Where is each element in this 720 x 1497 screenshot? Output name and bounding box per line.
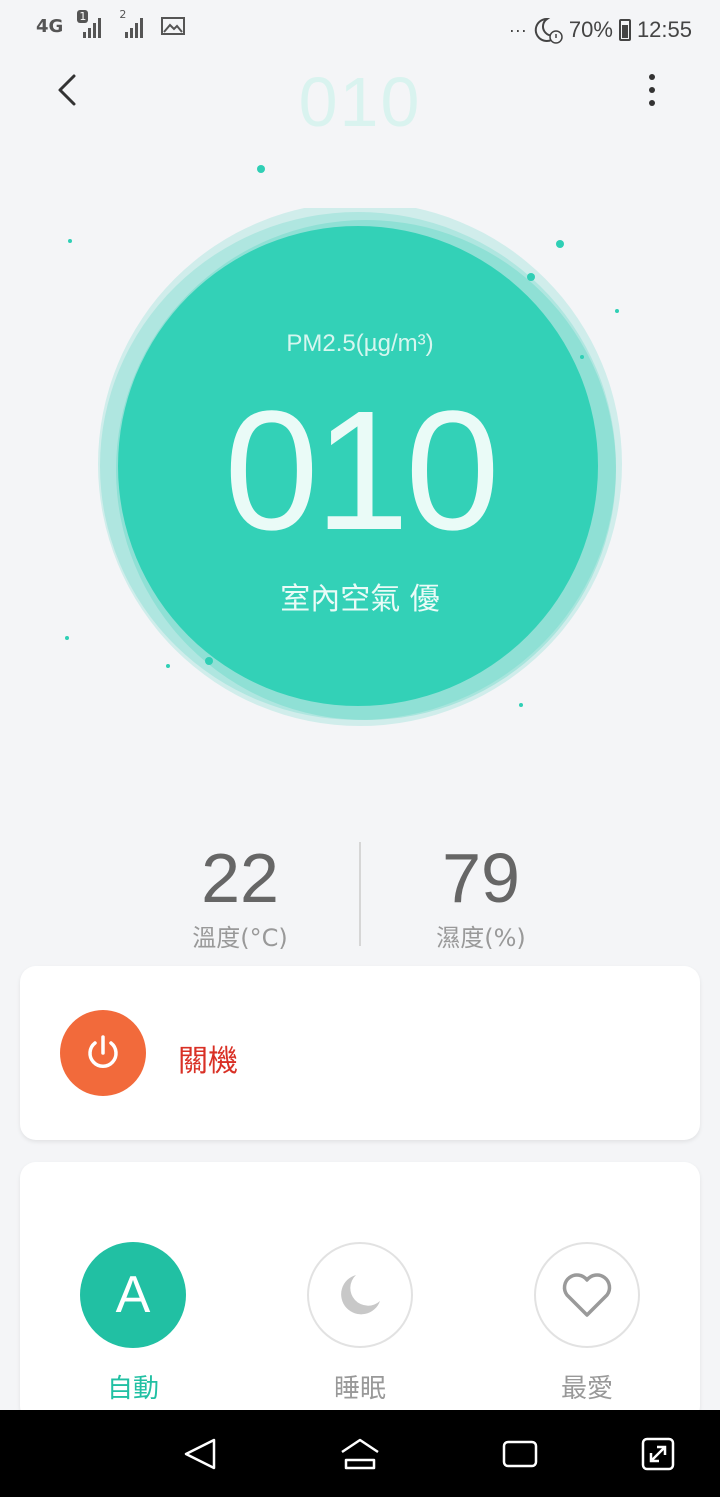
nav-back-button[interactable]	[174, 1428, 226, 1480]
gauge-unit-label: PM2.5(µg/m³)	[286, 330, 434, 357]
pm25-value: 010	[224, 376, 500, 566]
heart-icon-wrapper	[534, 1242, 640, 1348]
humidity-label: 濕度(%)	[436, 924, 526, 952]
nav-home-button[interactable]	[334, 1428, 386, 1480]
power-button[interactable]	[60, 1010, 146, 1096]
temperature-value: 22	[201, 839, 279, 917]
heart-icon	[562, 1273, 612, 1317]
air-quality-status: 室內空氣 優	[280, 582, 440, 617]
moon-icon	[341, 1275, 380, 1315]
mode-auto-button[interactable]: A 自動	[78, 1242, 188, 1405]
nav-recents-button[interactable]	[494, 1428, 546, 1480]
mode-sleep-label: 睡眠	[333, 1374, 386, 1404]
nav-expand-button[interactable]	[632, 1428, 684, 1480]
mode-favorite-label: 最愛	[560, 1374, 613, 1404]
auto-icon: A	[80, 1242, 186, 1348]
triangle-back-icon	[184, 1438, 216, 1470]
recents-icon	[502, 1440, 538, 1468]
temperature-label: 溫度(°C)	[192, 924, 288, 952]
power-icon	[88, 1035, 118, 1068]
humidity-value: 79	[442, 839, 520, 917]
mode-favorite-button[interactable]: 最愛	[532, 1242, 642, 1405]
moon-icon-wrapper	[307, 1242, 413, 1348]
temperature-stat: 22 溫度(°C)	[120, 840, 360, 953]
mode-auto-label: 自動	[106, 1374, 159, 1404]
mode-card: A 自動 睡眠 最愛	[20, 1162, 700, 1422]
power-label: 關機	[178, 1044, 238, 1079]
expand-icon	[641, 1437, 675, 1471]
home-icon	[341, 1438, 379, 1470]
humidity-stat: 79 濕度(%)	[361, 840, 601, 953]
system-nav-bar	[0, 1410, 720, 1497]
power-card[interactable]: 關機	[20, 966, 700, 1140]
mode-sleep-button[interactable]: 睡眠	[305, 1242, 415, 1405]
